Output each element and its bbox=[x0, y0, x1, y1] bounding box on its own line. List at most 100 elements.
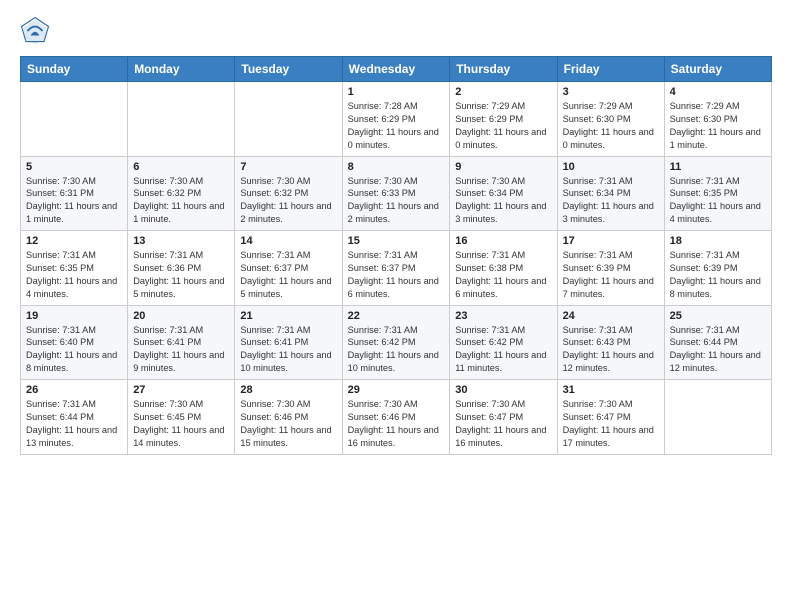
calendar-cell: 9 Sunrise: 7:30 AM Sunset: 6:34 PM Daylig… bbox=[450, 156, 557, 231]
calendar-cell: 28 Sunrise: 7:30 AM Sunset: 6:46 PM Dayli… bbox=[235, 380, 342, 455]
day-info: Sunrise: 7:31 AM Sunset: 6:42 PM Dayligh… bbox=[455, 324, 551, 376]
day-info: Sunrise: 7:31 AM Sunset: 6:39 PM Dayligh… bbox=[563, 249, 659, 301]
day-info: Sunrise: 7:31 AM Sunset: 6:39 PM Dayligh… bbox=[670, 249, 766, 301]
calendar-cell: 3Sunrise: 7:29 AM Sunset: 6:30 PM Daylig… bbox=[557, 82, 664, 157]
day-number: 27 bbox=[133, 384, 229, 396]
day-number: 17 bbox=[563, 235, 659, 247]
day-info: Sunrise: 7:31 AM Sunset: 6:34 PM Dayligh… bbox=[563, 175, 659, 227]
day-header-friday: Friday bbox=[557, 57, 664, 82]
calendar-cell: 14 Sunrise: 7:31 AM Sunset: 6:37 PM Dayli… bbox=[235, 231, 342, 306]
calendar-cell: 17 Sunrise: 7:31 AM Sunset: 6:39 PM Dayli… bbox=[557, 231, 664, 306]
calendar-cell bbox=[128, 82, 235, 157]
day-number: 4 bbox=[670, 86, 766, 98]
day-number: 8 bbox=[348, 161, 445, 173]
calendar-week-row: 1Sunrise: 7:28 AM Sunset: 6:29 PM Daylig… bbox=[21, 82, 772, 157]
calendar-cell: 15 Sunrise: 7:31 AM Sunset: 6:37 PM Dayli… bbox=[342, 231, 450, 306]
day-number: 5 bbox=[26, 161, 122, 173]
day-info: Sunrise: 7:30 AM Sunset: 6:47 PM Dayligh… bbox=[455, 398, 551, 450]
day-info: Sunrise: 7:28 AM Sunset: 6:29 PM Dayligh… bbox=[348, 100, 445, 152]
day-info: Sunrise: 7:31 AM Sunset: 6:41 PM Dayligh… bbox=[240, 324, 336, 376]
day-number: 20 bbox=[133, 310, 229, 322]
calendar-cell: 20 Sunrise: 7:31 AM Sunset: 6:41 PM Dayli… bbox=[128, 305, 235, 380]
calendar-cell: 8 Sunrise: 7:30 AM Sunset: 6:33 PM Daylig… bbox=[342, 156, 450, 231]
calendar-cell bbox=[664, 380, 771, 455]
day-info: Sunrise: 7:30 AM Sunset: 6:31 PM Dayligh… bbox=[26, 175, 122, 227]
day-number: 13 bbox=[133, 235, 229, 247]
calendar-cell bbox=[21, 82, 128, 157]
calendar-table: SundayMondayTuesdayWednesdayThursdayFrid… bbox=[20, 56, 772, 455]
logo-icon bbox=[20, 16, 50, 46]
day-header-sunday: Sunday bbox=[21, 57, 128, 82]
calendar-cell: 27 Sunrise: 7:30 AM Sunset: 6:45 PM Dayli… bbox=[128, 380, 235, 455]
calendar-cell: 11 Sunrise: 7:31 AM Sunset: 6:35 PM Dayli… bbox=[664, 156, 771, 231]
header bbox=[20, 16, 772, 46]
day-info: Sunrise: 7:29 AM Sunset: 6:29 PM Dayligh… bbox=[455, 100, 551, 152]
calendar-cell: 19Sunrise: 7:31 AM Sunset: 6:40 PM Dayli… bbox=[21, 305, 128, 380]
day-number: 31 bbox=[563, 384, 659, 396]
day-header-tuesday: Tuesday bbox=[235, 57, 342, 82]
day-info: Sunrise: 7:30 AM Sunset: 6:33 PM Dayligh… bbox=[348, 175, 445, 227]
calendar-week-row: 12 Sunrise: 7:31 AM Sunset: 6:35 PM Dayli… bbox=[21, 231, 772, 306]
day-info: Sunrise: 7:30 AM Sunset: 6:46 PM Dayligh… bbox=[348, 398, 445, 450]
day-number: 29 bbox=[348, 384, 445, 396]
day-info: Sunrise: 7:31 AM Sunset: 6:35 PM Dayligh… bbox=[670, 175, 766, 227]
day-number: 14 bbox=[240, 235, 336, 247]
calendar-cell: 7 Sunrise: 7:30 AM Sunset: 6:32 PM Daylig… bbox=[235, 156, 342, 231]
day-info: Sunrise: 7:31 AM Sunset: 6:42 PM Dayligh… bbox=[348, 324, 445, 376]
day-header-thursday: Thursday bbox=[450, 57, 557, 82]
day-header-saturday: Saturday bbox=[664, 57, 771, 82]
calendar-week-row: 26 Sunrise: 7:31 AM Sunset: 6:44 PM Dayli… bbox=[21, 380, 772, 455]
calendar-cell: 4 Sunrise: 7:29 AM Sunset: 6:30 PM Daylig… bbox=[664, 82, 771, 157]
calendar-cell: 31Sunrise: 7:30 AM Sunset: 6:47 PM Dayli… bbox=[557, 380, 664, 455]
day-header-monday: Monday bbox=[128, 57, 235, 82]
calendar-week-row: 19Sunrise: 7:31 AM Sunset: 6:40 PM Dayli… bbox=[21, 305, 772, 380]
day-info: Sunrise: 7:31 AM Sunset: 6:38 PM Dayligh… bbox=[455, 249, 551, 301]
day-info: Sunrise: 7:31 AM Sunset: 6:36 PM Dayligh… bbox=[133, 249, 229, 301]
day-number: 6 bbox=[133, 161, 229, 173]
calendar-cell: 10 Sunrise: 7:31 AM Sunset: 6:34 PM Dayli… bbox=[557, 156, 664, 231]
day-number: 3 bbox=[563, 86, 659, 98]
calendar-cell: 1Sunrise: 7:28 AM Sunset: 6:29 PM Daylig… bbox=[342, 82, 450, 157]
calendar-cell bbox=[235, 82, 342, 157]
day-info: Sunrise: 7:30 AM Sunset: 6:46 PM Dayligh… bbox=[240, 398, 336, 450]
day-number: 12 bbox=[26, 235, 122, 247]
day-info: Sunrise: 7:31 AM Sunset: 6:41 PM Dayligh… bbox=[133, 324, 229, 376]
day-number: 22 bbox=[348, 310, 445, 322]
calendar-cell: 6 Sunrise: 7:30 AM Sunset: 6:32 PM Daylig… bbox=[128, 156, 235, 231]
day-number: 9 bbox=[455, 161, 551, 173]
day-info: Sunrise: 7:31 AM Sunset: 6:37 PM Dayligh… bbox=[240, 249, 336, 301]
day-number: 16 bbox=[455, 235, 551, 247]
calendar-cell: 24Sunrise: 7:31 AM Sunset: 6:43 PM Dayli… bbox=[557, 305, 664, 380]
calendar-cell: 23Sunrise: 7:31 AM Sunset: 6:42 PM Dayli… bbox=[450, 305, 557, 380]
calendar-cell: 25 Sunrise: 7:31 AM Sunset: 6:44 PM Dayli… bbox=[664, 305, 771, 380]
day-info: Sunrise: 7:29 AM Sunset: 6:30 PM Dayligh… bbox=[670, 100, 766, 152]
day-number: 11 bbox=[670, 161, 766, 173]
day-number: 2 bbox=[455, 86, 551, 98]
calendar-cell: 21 Sunrise: 7:31 AM Sunset: 6:41 PM Dayli… bbox=[235, 305, 342, 380]
calendar-week-row: 5 Sunrise: 7:30 AM Sunset: 6:31 PM Daylig… bbox=[21, 156, 772, 231]
day-number: 18 bbox=[670, 235, 766, 247]
day-number: 7 bbox=[240, 161, 336, 173]
calendar-header-row: SundayMondayTuesdayWednesdayThursdayFrid… bbox=[21, 57, 772, 82]
day-number: 15 bbox=[348, 235, 445, 247]
calendar-cell: 26 Sunrise: 7:31 AM Sunset: 6:44 PM Dayli… bbox=[21, 380, 128, 455]
day-info: Sunrise: 7:31 AM Sunset: 6:44 PM Dayligh… bbox=[670, 324, 766, 376]
calendar-cell: 22 Sunrise: 7:31 AM Sunset: 6:42 PM Dayli… bbox=[342, 305, 450, 380]
calendar-cell: 16 Sunrise: 7:31 AM Sunset: 6:38 PM Dayli… bbox=[450, 231, 557, 306]
day-info: Sunrise: 7:31 AM Sunset: 6:37 PM Dayligh… bbox=[348, 249, 445, 301]
calendar-cell: 12 Sunrise: 7:31 AM Sunset: 6:35 PM Dayli… bbox=[21, 231, 128, 306]
calendar-cell: 13 Sunrise: 7:31 AM Sunset: 6:36 PM Dayli… bbox=[128, 231, 235, 306]
day-info: Sunrise: 7:30 AM Sunset: 6:32 PM Dayligh… bbox=[133, 175, 229, 227]
day-number: 28 bbox=[240, 384, 336, 396]
day-info: Sunrise: 7:30 AM Sunset: 6:34 PM Dayligh… bbox=[455, 175, 551, 227]
day-info: Sunrise: 7:30 AM Sunset: 6:32 PM Dayligh… bbox=[240, 175, 336, 227]
day-number: 26 bbox=[26, 384, 122, 396]
calendar-cell: 2 Sunrise: 7:29 AM Sunset: 6:29 PM Daylig… bbox=[450, 82, 557, 157]
day-number: 21 bbox=[240, 310, 336, 322]
day-number: 25 bbox=[670, 310, 766, 322]
day-info: Sunrise: 7:31 AM Sunset: 6:35 PM Dayligh… bbox=[26, 249, 122, 301]
day-info: Sunrise: 7:31 AM Sunset: 6:44 PM Dayligh… bbox=[26, 398, 122, 450]
day-info: Sunrise: 7:30 AM Sunset: 6:45 PM Dayligh… bbox=[133, 398, 229, 450]
page: SundayMondayTuesdayWednesdayThursdayFrid… bbox=[0, 0, 792, 475]
day-number: 10 bbox=[563, 161, 659, 173]
